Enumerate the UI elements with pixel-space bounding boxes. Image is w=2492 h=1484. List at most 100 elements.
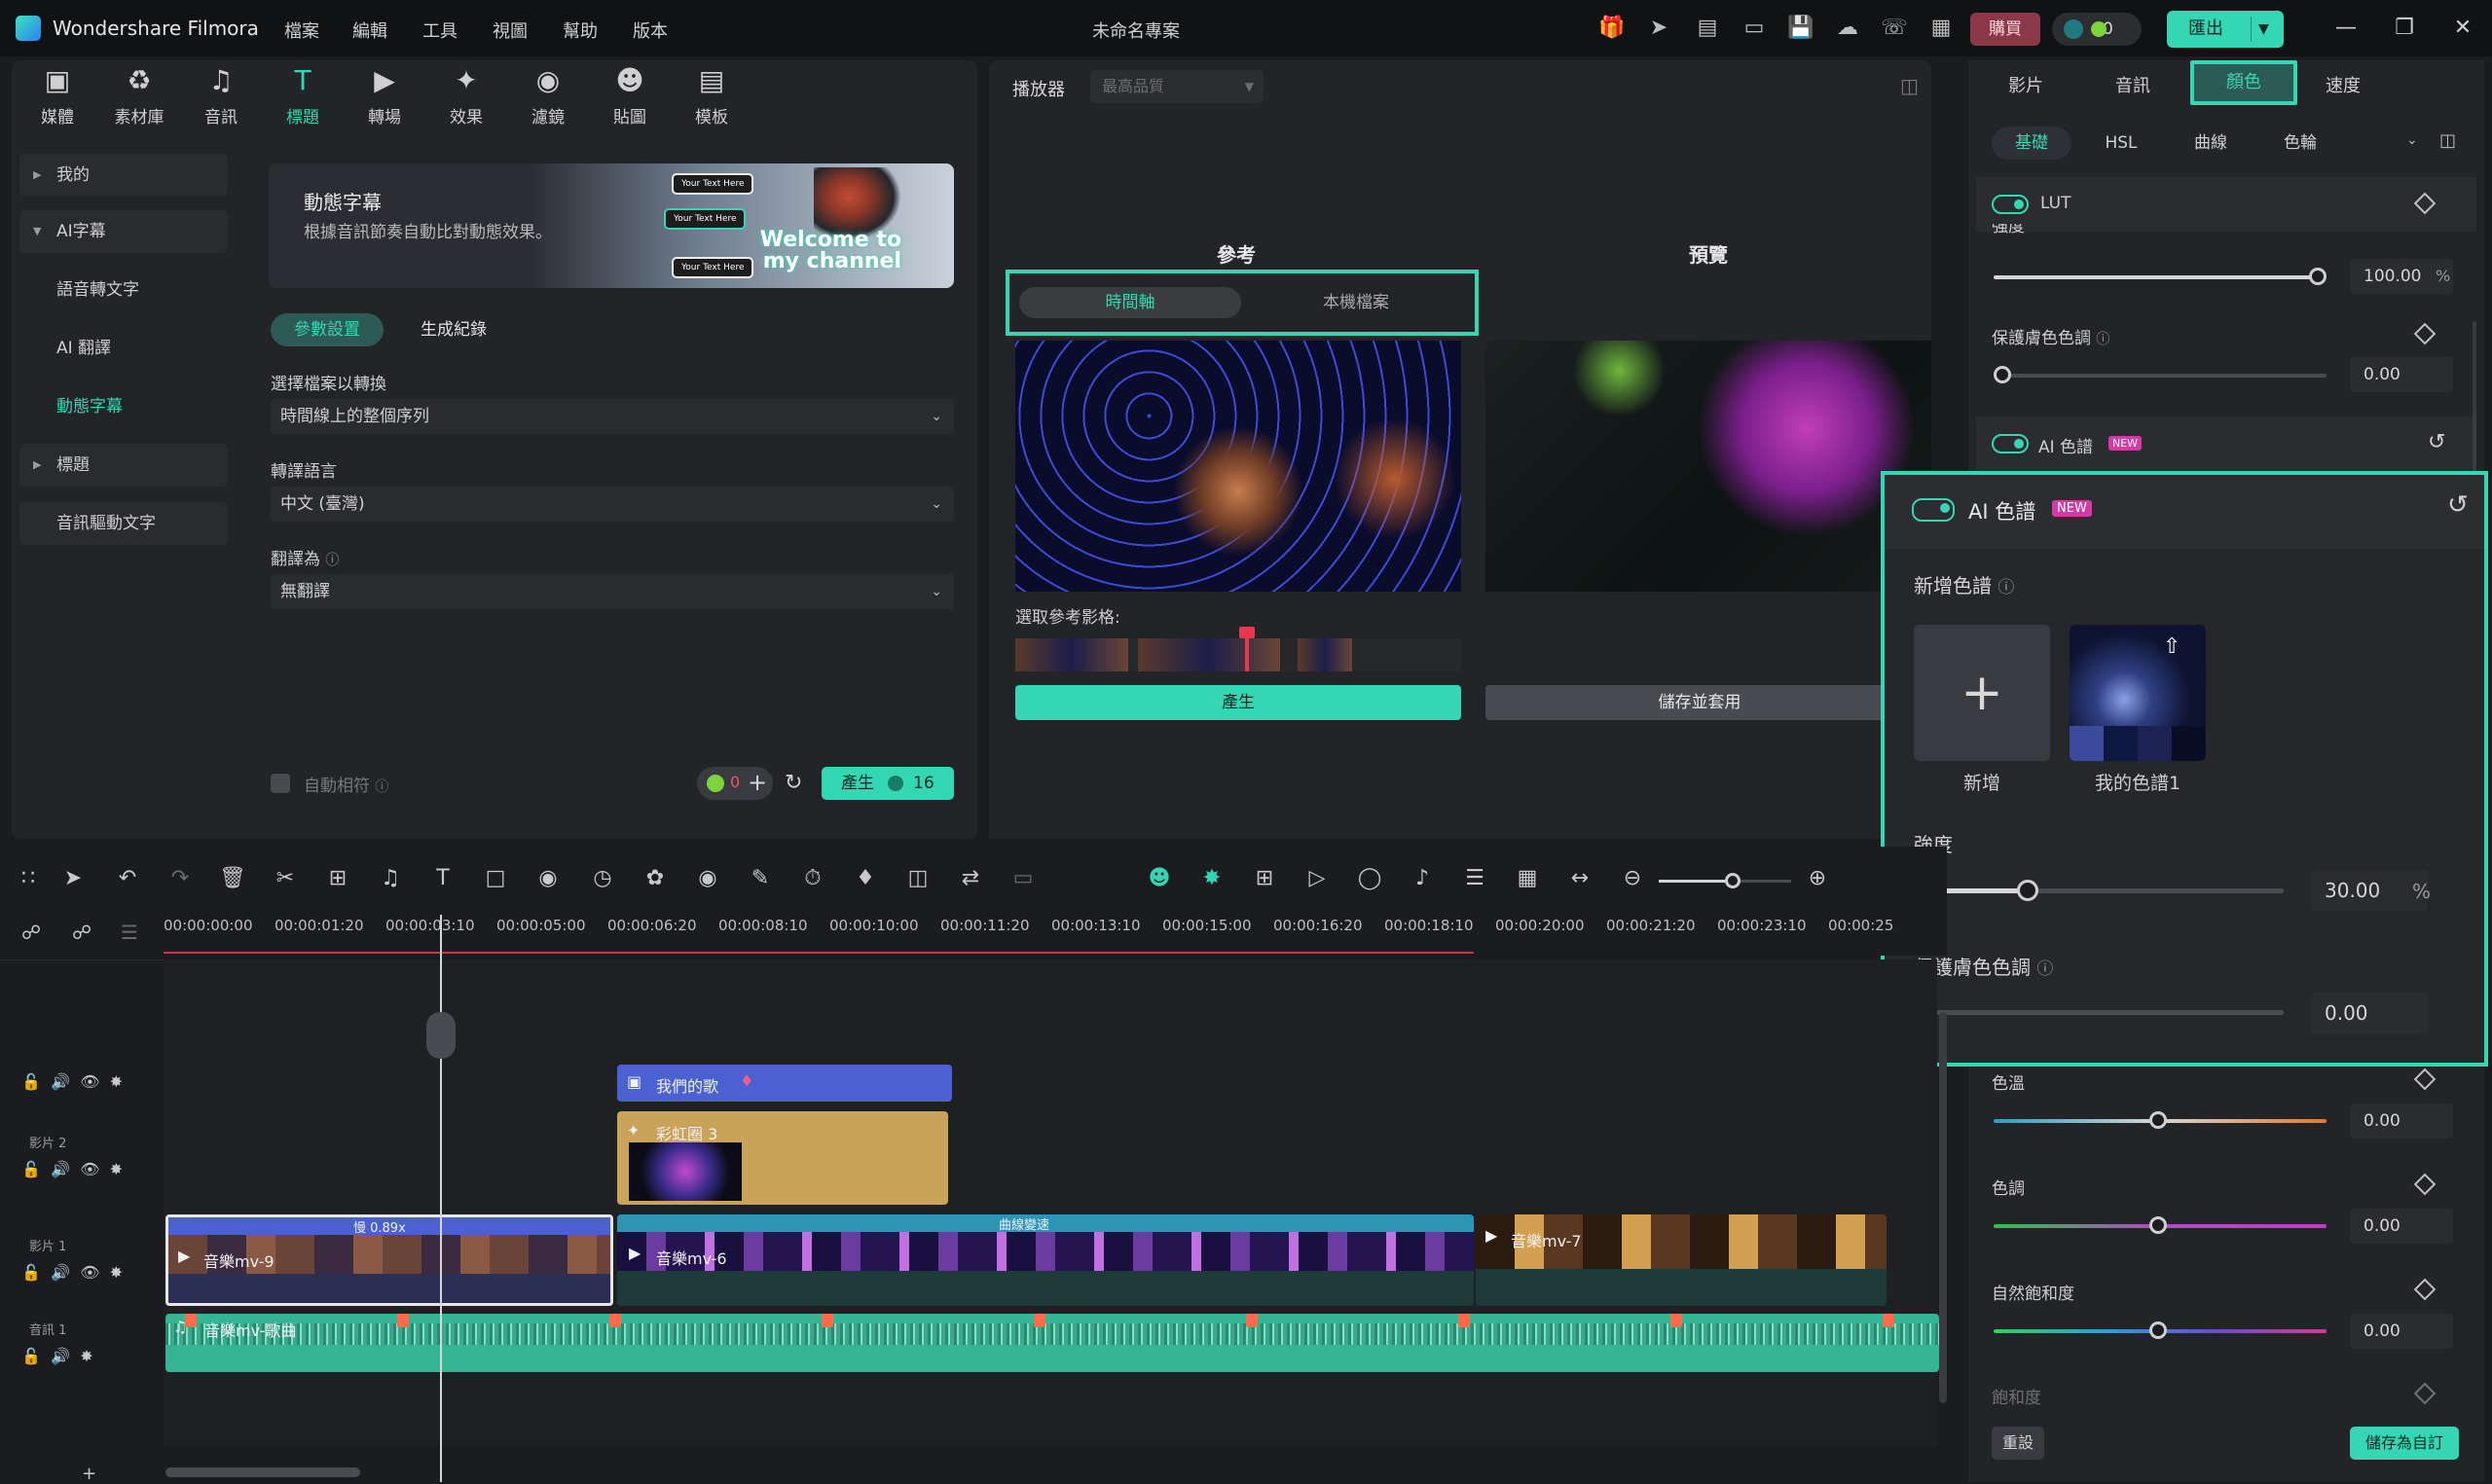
headset-icon[interactable]: ☏ <box>1881 15 1908 42</box>
speed-icon[interactable]: ◷ <box>588 864 617 893</box>
sidebar-item-titles[interactable]: ▶ 標題 <box>19 444 228 487</box>
auto-match-checkbox[interactable] <box>271 774 290 793</box>
tab-media[interactable]: ▣ 媒體 <box>23 64 92 142</box>
lut-strength-slider[interactable] <box>1994 275 2319 279</box>
slider-knob[interactable] <box>2016 880 2038 901</box>
subtab-color-wheel[interactable]: 色輪 <box>2260 127 2340 160</box>
tab-audio[interactable]: ♫ 音訊 <box>187 64 255 142</box>
menu-view[interactable]: 視圖 <box>493 18 528 43</box>
shield-icon[interactable]: ◯ <box>1355 864 1384 893</box>
tab-color[interactable]: 顏色 <box>2190 60 2297 105</box>
layout-grid-icon[interactable]: ∷ <box>14 864 43 893</box>
edit-icon[interactable]: ✎ <box>746 864 775 893</box>
translate-dropdown[interactable]: 無翻譯 ⌄ <box>271 574 954 609</box>
beat-marker[interactable] <box>1246 1314 1258 1327</box>
credit-toggle[interactable]: 0 + <box>697 767 773 800</box>
delete-icon[interactable]: 🗑 <box>218 864 247 893</box>
unlink-icon[interactable]: ☍ <box>21 921 41 944</box>
help-icon[interactable]: ⓘ <box>325 553 339 568</box>
slider-knob[interactable] <box>1994 366 2011 383</box>
help-icon[interactable]: ⓘ <box>1997 578 2014 597</box>
gift-icon[interactable]: 🎁 <box>1598 15 1626 42</box>
zoom-slider[interactable] <box>1659 880 1733 883</box>
beat-marker[interactable] <box>1883 1314 1894 1327</box>
split-scissors-icon[interactable]: ✂ <box>271 864 300 893</box>
sidebar-item-ai-subtitles[interactable]: ▼ AI字幕 <box>19 210 228 253</box>
my-palette-tile[interactable]: ⇧ <box>2070 625 2206 761</box>
tab-templates[interactable]: ▤ 模板 <box>678 64 746 142</box>
video-clip[interactable]: ▶ 音樂mv-7 <box>1476 1214 1887 1306</box>
subtab-curves[interactable]: 曲線 <box>2171 127 2251 160</box>
layout-icon[interactable]: ▭ <box>1741 15 1768 42</box>
fit-width-icon[interactable]: ↔ <box>1565 864 1594 893</box>
crop-icon[interactable]: ⊞ <box>323 864 352 893</box>
close-icon[interactable]: ✕ <box>2445 12 2480 45</box>
tab-stickers[interactable]: ☻ 貼圖 <box>596 64 664 142</box>
tab-generation-history[interactable]: 生成紀錄 <box>421 313 487 346</box>
replace-icon[interactable]: ▦ <box>1513 864 1542 893</box>
protect-skin-input[interactable]: 0.00 <box>2350 357 2453 392</box>
save-and-apply-button[interactable]: 儲存並套用 <box>1485 685 1914 720</box>
sidebar-item-speech-to-text[interactable]: 語音轉文字 <box>19 269 228 311</box>
audio-mixer-icon[interactable]: ☰ <box>1460 864 1489 893</box>
sidebar-item-ai-translate[interactable]: AI 翻譯 <box>19 327 228 370</box>
tag-icon[interactable]: ♦ <box>851 864 880 893</box>
popup-strength-slider[interactable] <box>1918 888 2284 893</box>
lock-icon[interactable]: 🔓 <box>21 1263 41 1282</box>
playhead-handle[interactable] <box>426 1012 456 1059</box>
audio-icon[interactable]: ♫ <box>376 864 405 893</box>
lock-icon[interactable]: 🔓 <box>21 1072 41 1091</box>
timeline-hscrollbar[interactable] <box>165 1467 360 1477</box>
reset-button[interactable]: 重設 <box>1992 1427 2044 1460</box>
microphone-icon[interactable]: ♪ <box>1408 864 1437 893</box>
tab-parameter-settings[interactable]: 參數設置 <box>271 313 384 346</box>
timeline-vscrollbar[interactable] <box>1939 1012 1947 1403</box>
track-height-icon[interactable]: ☰ <box>121 921 138 944</box>
tab-audio[interactable]: 音訊 <box>2079 64 2186 109</box>
subtab-basic[interactable]: 基礎 <box>1992 127 2071 160</box>
sidebar-item-mine[interactable]: ▶ 我的 <box>19 154 228 197</box>
export-button[interactable]: 匯出 ▼ <box>2167 11 2284 48</box>
beat-marker[interactable] <box>822 1314 833 1327</box>
generate-subtitles-button[interactable]: 產生 16 <box>822 767 954 800</box>
template-center-icon[interactable]: ▤ <box>1694 15 1721 42</box>
magic-icon[interactable]: ✸ <box>110 1160 123 1178</box>
menu-file[interactable]: 檔案 <box>284 18 319 43</box>
seg-timeline[interactable]: 時間軸 <box>1019 287 1241 318</box>
tab-filters[interactable]: ◉ 濾鏡 <box>514 64 582 142</box>
add-track-icon[interactable]: ⊞ <box>1250 864 1279 893</box>
select-file-dropdown[interactable]: 時間線上的整個序列 ⌄ <box>271 399 954 434</box>
reset-icon[interactable]: ↺ <box>2428 430 2445 454</box>
video-clip-selected[interactable]: 慢 0.89x ▶ 音樂mv-9 <box>165 1214 613 1306</box>
mask-icon[interactable]: ◉ <box>533 864 563 893</box>
vibrance-input[interactable]: 0.00 <box>2350 1314 2453 1349</box>
sidebar-item-audio-driven-text[interactable]: 音訊驅動文字 <box>19 502 228 545</box>
magic-icon[interactable]: ✸ <box>80 1347 92 1365</box>
temperature-input[interactable]: 0.00 <box>2350 1104 2453 1139</box>
shape-icon[interactable]: □ <box>481 864 510 893</box>
effect-clip[interactable]: ✦ 彩虹圈 3 <box>617 1111 948 1205</box>
eye-icon[interactable]: 👁 <box>80 1072 99 1091</box>
speaker-icon[interactable]: 🔊 <box>51 1160 70 1178</box>
menu-edit[interactable]: 編輯 <box>352 18 387 43</box>
tab-titles[interactable]: T 標題 <box>269 64 337 142</box>
ai-tools-icon[interactable]: ◉ <box>693 864 722 893</box>
magic-icon[interactable]: ✸ <box>110 1263 123 1282</box>
speaker-icon[interactable]: 🔊 <box>51 1072 70 1091</box>
slider-knob[interactable] <box>2309 268 2327 285</box>
cloud-upload-icon[interactable]: ☁ <box>1834 15 1861 42</box>
speaker-icon[interactable]: 🔊 <box>51 1347 70 1365</box>
subtab-hsl[interactable]: HSL <box>2081 127 2161 160</box>
zoom-out-icon[interactable]: ⊖ <box>1618 864 1647 893</box>
tab-video[interactable]: 影片 <box>1972 64 2079 109</box>
beat-marker[interactable] <box>1034 1314 1045 1327</box>
tab-effects[interactable]: ✦ 效果 <box>432 64 500 142</box>
upload-icon[interactable]: ⇧ <box>2163 634 2180 659</box>
ai-copilot-icon[interactable]: ☻ <box>1145 864 1174 893</box>
apps-grid-icon[interactable]: ▦ <box>1927 15 1955 42</box>
protect-skin-slider[interactable] <box>2001 374 2327 378</box>
lock-icon[interactable]: 🔓 <box>21 1347 41 1365</box>
save-as-custom-button[interactable]: 儲存為自訂 <box>2350 1427 2459 1460</box>
split-view-icon[interactable]: ◫ <box>2439 130 2456 151</box>
ai-palette-toggle[interactable] <box>1992 434 2029 453</box>
